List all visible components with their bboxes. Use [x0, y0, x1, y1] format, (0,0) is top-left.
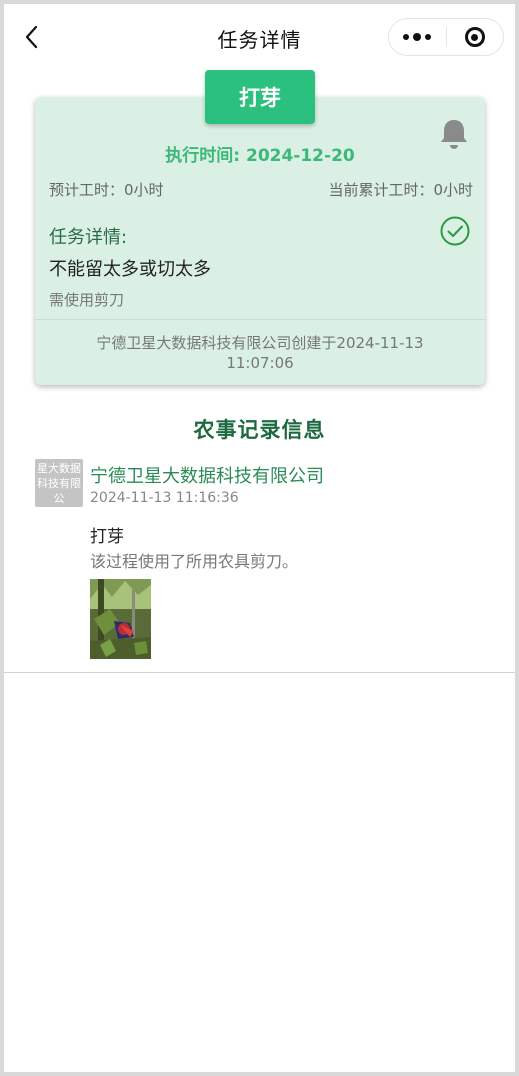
record-photo[interactable] — [90, 579, 151, 659]
task-detail-text: 不能留太多或切太多 — [49, 259, 211, 280]
record-title: 打芽 — [90, 527, 124, 547]
task-card: 执行时间: 2024-12-20 预计工时：0小时 当前累计工时：0小时 任务详… — [35, 97, 485, 385]
created-info: 宁德卫星大数据科技有限公司创建于2024-11-13 11:07:06 — [65, 333, 455, 373]
photo-thumbnail — [90, 579, 151, 659]
hours-row: 预计工时：0小时 当前累计工时：0小时 — [49, 179, 473, 200]
close-button[interactable] — [446, 19, 503, 55]
record-time: 2024-11-13 11:16:36 — [90, 490, 239, 506]
record-company: 宁德卫星大数据科技有限公司 — [90, 466, 324, 487]
created-line-1: 宁德卫星大数据科技有限公司创建于2024-11-13 — [96, 334, 424, 352]
mini-program-capsule — [388, 18, 504, 56]
more-button[interactable] — [389, 19, 446, 55]
app-frame: 任务详情 打芽 执行时间: 2024-12-20 预计工时：0小时 当前累计工时… — [4, 4, 515, 1072]
planned-hours: 预计工时：0小时 — [49, 181, 164, 199]
record-divider — [4, 672, 515, 673]
card-divider — [35, 319, 485, 320]
nav-bar: 任务详情 — [4, 4, 515, 72]
task-type-tag[interactable]: 打芽 — [205, 70, 315, 124]
more-dots-icon — [403, 33, 432, 41]
target-circle-icon — [464, 27, 485, 47]
accumulated-hours: 当前累计工时：0小时 — [328, 181, 473, 199]
created-line-2: 11:07:06 — [226, 354, 294, 372]
records-section-title: 农事记录信息 — [193, 418, 326, 442]
record-description: 该过程使用了所用农具剪刀。 — [90, 552, 299, 571]
check-circle-icon[interactable] — [439, 215, 471, 247]
exec-time-label: 执行时间: — [165, 146, 241, 166]
exec-time-row: 执行时间: 2024-12-20 — [35, 141, 485, 166]
exec-time-value: 2024-12-20 — [245, 146, 355, 166]
task-detail-note: 需使用剪刀 — [49, 291, 125, 309]
avatar: 星大数据科技有限公 — [35, 459, 83, 507]
task-detail-label: 任务详情: — [49, 227, 128, 248]
